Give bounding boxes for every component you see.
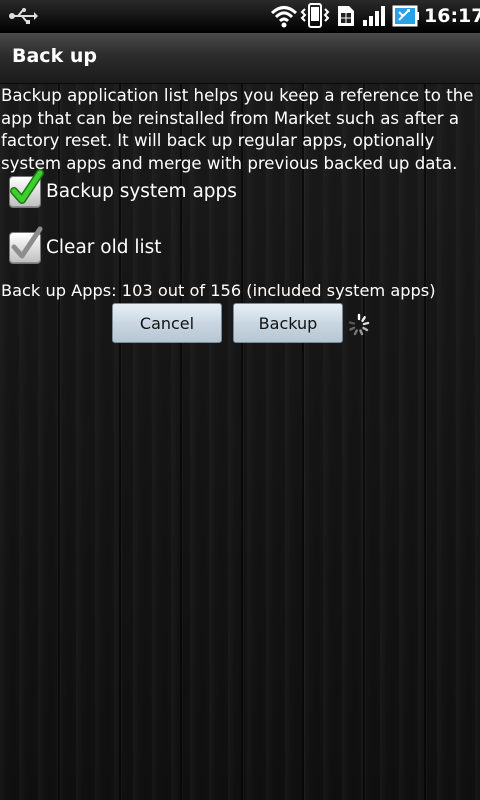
clock: 16:17: [424, 5, 480, 27]
clear-old-list-option[interactable]: Clear old list: [8, 226, 468, 267]
usb-icon: [8, 6, 38, 30]
backup-system-apps-label: Backup system apps: [46, 181, 237, 202]
battery-icon: [392, 5, 420, 31]
vibrate-icon: [300, 3, 330, 33]
wifi-icon: [270, 4, 298, 32]
loading-spinner-icon: [347, 313, 371, 341]
backup-system-apps-checkbox[interactable]: [9, 169, 44, 208]
clear-old-list-checkbox[interactable]: [9, 226, 43, 264]
backup-button[interactable]: Backup: [233, 303, 343, 343]
backup-system-apps-option[interactable]: Backup system apps: [8, 169, 468, 211]
dialog-title-bar: Back up: [0, 33, 480, 84]
sim-card-icon: [336, 4, 356, 32]
clear-old-list-label: Clear old list: [46, 237, 162, 258]
cancel-button[interactable]: Cancel: [112, 303, 222, 343]
signal-icon: [362, 5, 388, 31]
backup-progress-text: Back up Apps: 103 out of 156 (included s…: [1, 281, 436, 300]
status-bar: 16:17: [0, 0, 480, 33]
dialog-title: Back up: [12, 45, 97, 67]
dialog-description: Backup application list helps you keep a…: [1, 86, 474, 173]
